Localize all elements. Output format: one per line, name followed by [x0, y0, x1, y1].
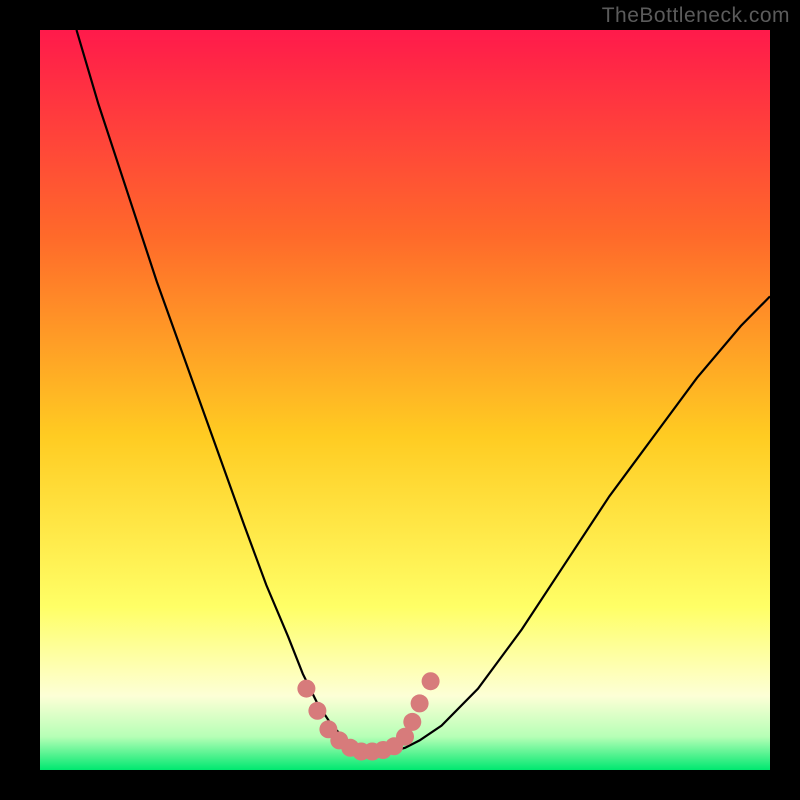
highlight-dot [403, 713, 421, 731]
highlight-dot [297, 680, 315, 698]
watermark-text: TheBottleneck.com [602, 4, 790, 28]
bottleneck-chart [0, 0, 800, 800]
highlight-dot [308, 702, 326, 720]
highlight-dot [411, 694, 429, 712]
highlight-dot [422, 672, 440, 690]
plot-area [40, 30, 770, 770]
